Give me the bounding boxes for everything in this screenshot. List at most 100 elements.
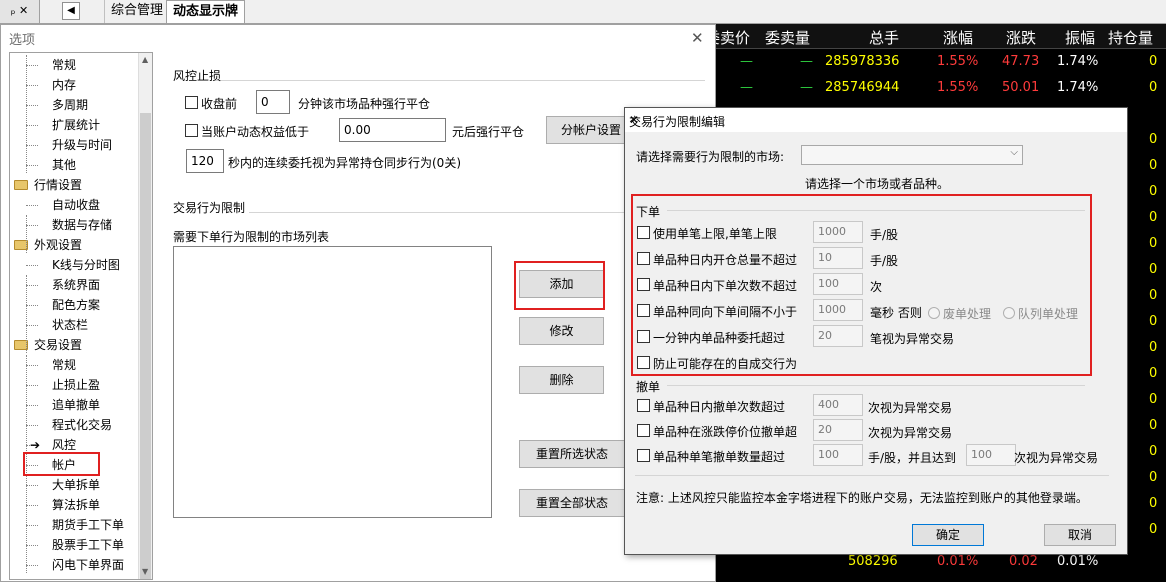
market-list[interactable] xyxy=(173,246,492,518)
order-limit-input[interactable]: 100 xyxy=(813,273,863,295)
cell-open-interest: 0 xyxy=(1149,314,1158,329)
tree-connector xyxy=(26,285,38,286)
tree-item[interactable]: K线与分时图 xyxy=(52,255,120,275)
tree-item[interactable]: 常规 xyxy=(52,355,76,375)
equity-input[interactable]: 0.00 xyxy=(339,118,446,142)
cancel-limit-unit: 次视为异常交易 xyxy=(868,426,953,440)
cell-open-interest: 0 xyxy=(1149,236,1158,251)
tree-item[interactable]: 追单撤单 xyxy=(52,395,100,415)
cell-sell-price: — xyxy=(740,54,753,69)
order-limit-checkbox[interactable] xyxy=(637,226,650,239)
tree-item[interactable]: 期货手工下单 xyxy=(52,515,124,535)
cancel-button[interactable]: 取消 xyxy=(1044,524,1116,546)
tree-item-label: 止损止盈 xyxy=(52,378,101,392)
before-close-input[interactable]: 0 xyxy=(256,90,290,114)
tree-item[interactable]: 闪电下单界面 xyxy=(52,555,124,575)
tree-item[interactable]: 程式化交易 xyxy=(52,415,112,435)
tree-item[interactable]: 其他 xyxy=(52,155,76,175)
tree-item[interactable]: 数据与存储 xyxy=(52,215,112,235)
tree-connector xyxy=(26,265,38,266)
tree-item[interactable]: 外观设置 xyxy=(34,235,82,255)
order-limit-checkbox[interactable] xyxy=(637,330,650,343)
tree-item[interactable]: 股票手工下单 xyxy=(52,535,124,555)
cell-open-interest: 0 xyxy=(1149,366,1158,381)
header-change[interactable]: 涨跌 xyxy=(1006,27,1036,48)
tree-item[interactable]: 算法拆单 xyxy=(52,495,100,515)
header-change-pct[interactable]: 涨幅 xyxy=(943,27,973,48)
stoploss-group-title: 风控止损 xyxy=(173,69,222,83)
tab-comprehensive-management[interactable]: 综合管理 xyxy=(104,0,169,23)
order-limit-checkbox[interactable] xyxy=(637,304,650,317)
cancel-limit-checkbox[interactable] xyxy=(637,399,650,412)
cancel-limit-input[interactable]: 20 xyxy=(813,419,863,441)
market-select[interactable]: ⌵ xyxy=(801,145,1023,165)
order-limit-input[interactable]: 10 xyxy=(813,247,863,269)
reset-selected-button[interactable]: 重置所选状态 xyxy=(519,440,625,468)
cell-open-interest: 0 xyxy=(1149,288,1158,303)
scroll-up-icon[interactable]: ▲ xyxy=(142,55,148,64)
cell-open-interest: 0 xyxy=(1149,470,1158,485)
reset-all-button[interactable]: 重置全部状态 xyxy=(519,489,625,517)
cancel-limit-input[interactable]: 400 xyxy=(813,394,863,416)
tree-item-label: 扩展统计 xyxy=(52,118,101,132)
equity-checkbox[interactable] xyxy=(185,124,198,137)
order-limit-input[interactable]: 20 xyxy=(813,325,863,347)
header-open-interest[interactable]: 持仓量 xyxy=(1108,27,1153,48)
tree-item[interactable]: 自动收盘 xyxy=(52,195,100,215)
order-limit-unit: 次 xyxy=(870,280,883,294)
quote-row[interactable]: — — 285746944 1.55% 50.01 1.74% 0 xyxy=(705,76,1166,102)
order-limit-checkbox[interactable] xyxy=(637,252,650,265)
order-limit-input[interactable]: 1000 xyxy=(813,221,863,243)
tree-item[interactable]: 配色方案 xyxy=(52,295,100,315)
market-list-label: 需要下单行为限制的市场列表 xyxy=(173,230,330,244)
tab-dynamic-board[interactable]: 动态显示牌 xyxy=(166,0,246,23)
tree-item[interactable]: 止损止盈 xyxy=(52,375,100,395)
tab-scroll-left-icon[interactable]: ◀ xyxy=(62,2,80,20)
tree-item[interactable]: 常规 xyxy=(52,55,76,75)
tree-item[interactable]: 多周期 xyxy=(52,95,88,115)
group-divider xyxy=(667,210,1085,211)
tree-item[interactable]: 内存 xyxy=(52,75,76,95)
header-amplitude[interactable]: 振幅 xyxy=(1065,27,1095,48)
cell-total-volume: 285746944 xyxy=(825,80,900,95)
header-total-volume[interactable]: 总手 xyxy=(869,27,899,48)
options-close-icon[interactable]: ✕ xyxy=(691,29,704,47)
ok-button[interactable]: 确定 xyxy=(912,524,984,546)
tree-item[interactable]: 扩展统计 xyxy=(52,115,100,135)
tree-connector xyxy=(26,55,27,173)
cell-open-interest: 0 xyxy=(1149,262,1158,277)
tree-item[interactable]: 大单拆单 xyxy=(52,475,100,495)
cancel-limit-input-2[interactable]: 100 xyxy=(966,444,1016,466)
account-settings-button[interactable]: 分帐户设置 xyxy=(546,116,636,144)
cancel-limit-checkbox[interactable] xyxy=(637,449,650,462)
tree-item[interactable]: 行情设置 xyxy=(34,175,82,195)
delete-button[interactable]: 删除 xyxy=(519,366,604,394)
order-limit-unit: 笔视为异常交易 xyxy=(870,332,955,346)
order-limit-checkbox[interactable] xyxy=(637,356,650,369)
cell-change-pct: 1.55% xyxy=(937,54,979,69)
pin-close-icon[interactable]: ₚ ✕ xyxy=(0,0,40,23)
seconds-input[interactable]: 120 xyxy=(186,149,224,173)
header-sell-volume[interactable]: 委卖量 xyxy=(765,27,810,48)
quote-row[interactable]: — — 285978336 1.55% 47.73 1.74% 0 xyxy=(705,50,1166,76)
tree-item[interactable]: 交易设置 xyxy=(34,335,82,355)
modify-button[interactable]: 修改 xyxy=(519,317,604,345)
cancel-limit-input[interactable]: 100 xyxy=(813,444,863,466)
order-limit-checkbox[interactable] xyxy=(637,278,650,291)
tree-item-label: 风控 xyxy=(52,438,77,452)
cancel-limit-checkbox[interactable] xyxy=(637,424,650,437)
tree-scroll-thumb[interactable] xyxy=(140,113,151,579)
before-close-checkbox[interactable] xyxy=(185,96,198,109)
order-limit-input[interactable]: 1000 xyxy=(813,299,863,321)
scroll-down-icon[interactable]: ▼ xyxy=(142,567,148,576)
tree-item[interactable]: 状态栏 xyxy=(52,315,88,335)
tree-item-label: 闪电下单界面 xyxy=(52,558,125,572)
discard-radio[interactable] xyxy=(928,307,940,319)
cell-open-interest: 0 xyxy=(1149,158,1158,173)
cell-open-interest: 0 xyxy=(1149,496,1158,511)
dialog-close-icon[interactable]: ✕ xyxy=(629,113,639,127)
queue-radio[interactable] xyxy=(1003,307,1015,319)
tree-item[interactable]: 系统界面 xyxy=(52,275,100,295)
tree-item[interactable]: 升级与时间 xyxy=(52,135,112,155)
divider xyxy=(635,475,1109,476)
